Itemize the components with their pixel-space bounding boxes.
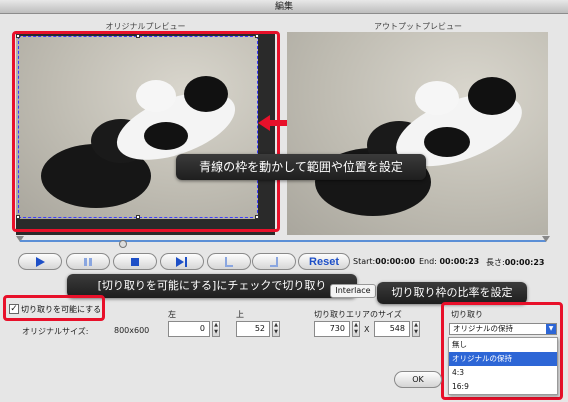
output-photo <box>287 32 548 235</box>
end-time-value: 00:00:23 <box>439 257 480 266</box>
edit-window: 編集 オリジナルプレビュー アウトプットプレビュー 青線の枠を動かして範囲や位置… <box>0 0 568 402</box>
chevron-down-icon: ▼ <box>546 324 556 334</box>
play-button[interactable] <box>18 253 62 270</box>
start-time: Start:00:00:00 <box>353 257 415 266</box>
original-size-value: 800x600 <box>114 326 150 335</box>
mark-in-icon <box>225 256 233 267</box>
ratio-callout: 切り取り枠の比率を設定 <box>377 282 527 304</box>
ratio-label: 切り取り <box>451 310 483 319</box>
stop-button[interactable] <box>113 253 157 270</box>
top-label: 上 <box>236 310 244 319</box>
output-preview <box>287 32 548 235</box>
end-time: End: 00:00:23 <box>419 257 479 266</box>
interlace-button[interactable]: Interlace <box>330 284 376 298</box>
window-title: 編集 <box>0 0 568 14</box>
left-label: 左 <box>168 310 176 319</box>
pause-button[interactable] <box>66 253 110 270</box>
ratio-selected-value: オリジナルの保持 <box>453 324 513 333</box>
ratio-option-none[interactable]: 無し <box>449 338 557 352</box>
length-label: 長さ: <box>486 258 505 267</box>
start-time-label: Start: <box>353 257 376 266</box>
enable-crop-label: 切り取りを可能にする <box>21 305 102 314</box>
original-size-label: オリジナルサイズ: <box>22 327 89 336</box>
enable-crop-checkbox[interactable]: ✓ <box>9 304 19 314</box>
next-frame-icon <box>176 256 187 267</box>
length-time: 長さ:00:00:23 <box>486 257 545 268</box>
crop-area-size-label: 切り取りエリアのサイズ <box>314 310 402 319</box>
mark-out-icon <box>270 256 278 267</box>
enable-crop-callout: [切り取りを可能にする]にチェックで切り取り <box>67 274 357 298</box>
height-field[interactable]: 548 <box>374 321 410 337</box>
timeline-track[interactable] <box>20 240 546 242</box>
left-stepper[interactable]: ▲ ▼ <box>212 321 220 337</box>
ratio-option-4-3[interactable]: 4:3 <box>449 366 557 380</box>
width-field[interactable]: 730 <box>314 321 350 337</box>
top-stepper[interactable]: ▲ ▼ <box>272 321 280 337</box>
cat-image <box>315 77 522 216</box>
playhead-handle[interactable] <box>119 240 127 248</box>
width-stepper[interactable]: ▲ ▼ <box>352 321 360 337</box>
reset-button[interactable]: Reset <box>298 253 350 270</box>
left-field[interactable]: 0 <box>168 321 210 337</box>
length-value: 00:00:23 <box>504 258 545 267</box>
crop-frame-highlight <box>12 31 280 232</box>
ratio-options-list[interactable]: 無し オリジナルの保持 4:3 16:9 <box>448 337 558 395</box>
ratio-option-keep-original[interactable]: オリジナルの保持 <box>449 352 557 366</box>
ratio-select[interactable]: オリジナルの保持 ▼ <box>449 323 557 335</box>
timeline-slider[interactable] <box>16 236 550 246</box>
ratio-option-16-9[interactable]: 16:9 <box>449 380 557 394</box>
mark-in-button[interactable] <box>207 253 251 270</box>
mark-out-button[interactable] <box>252 253 296 270</box>
start-time-value: 00:00:00 <box>375 257 416 266</box>
next-frame-button[interactable] <box>160 253 204 270</box>
play-icon <box>36 256 45 267</box>
end-time-label: End: <box>419 257 437 266</box>
height-stepper[interactable]: ▲ ▼ <box>412 321 420 337</box>
top-field[interactable]: 52 <box>236 321 270 337</box>
ok-button[interactable]: OK <box>394 371 442 388</box>
stop-icon <box>131 257 139 266</box>
times-sign: X <box>364 325 370 334</box>
crop-frame-callout: 青線の枠を動かして範囲や位置を設定 <box>176 154 426 180</box>
pause-icon <box>84 257 92 266</box>
output-preview-label: アウトプットプレビュー <box>374 22 462 31</box>
